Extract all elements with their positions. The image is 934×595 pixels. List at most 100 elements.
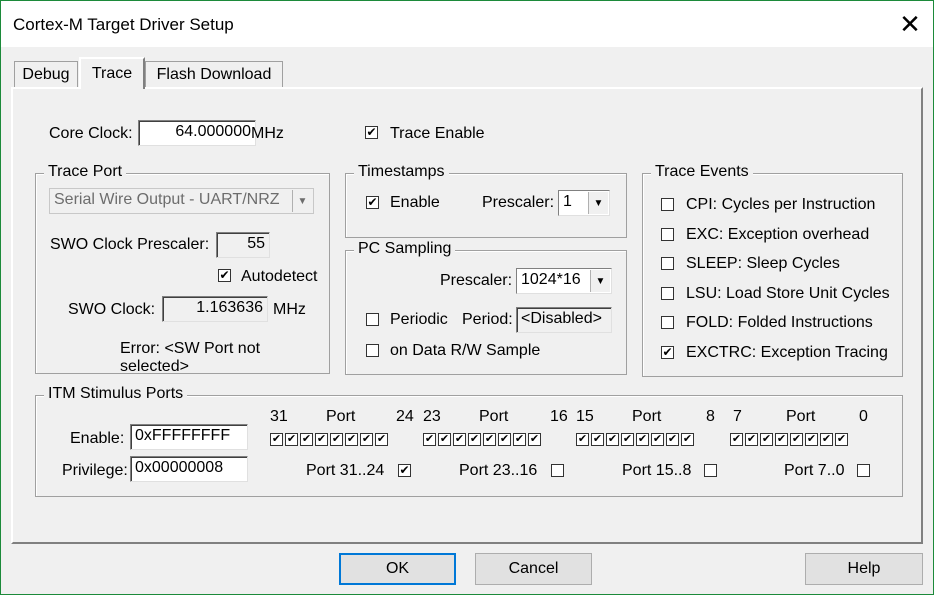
itm-bit-0-checkbox[interactable] <box>835 433 848 446</box>
event-exctrc-checkbox[interactable] <box>661 346 674 359</box>
core-clock-label: Core Clock: <box>49 125 133 142</box>
itm-bit-9-checkbox[interactable] <box>666 433 679 446</box>
pc-sampling-group: PC Sampling Prescaler: 1024*16 ▼ Periodi… <box>345 240 627 375</box>
itm-priv-15-8-checkbox[interactable] <box>704 464 717 477</box>
itm-bit-3-checkbox[interactable] <box>790 433 803 446</box>
itm-group-7-hi: 7 <box>733 408 742 425</box>
itm-bit-13-checkbox[interactable] <box>606 433 619 446</box>
help-button[interactable]: Help <box>805 553 923 585</box>
timestamps-enable-checkbox[interactable] <box>366 196 379 209</box>
itm-bit-23-checkbox[interactable] <box>423 433 436 446</box>
chevron-down-icon: ▼ <box>588 192 608 214</box>
period-label: Period: <box>462 311 513 328</box>
itm-bit-18-checkbox[interactable] <box>498 433 511 446</box>
autodetect-checkbox[interactable] <box>218 269 231 282</box>
on-data-rw-checkbox[interactable] <box>366 344 379 357</box>
itm-bit-4-checkbox[interactable] <box>775 433 788 446</box>
event-lsu-checkbox[interactable] <box>661 287 674 300</box>
itm-bit-12-checkbox[interactable] <box>621 433 634 446</box>
timestamps-prescaler-value: 1 <box>563 193 572 210</box>
event-fold-checkbox[interactable] <box>661 316 674 329</box>
itm-bit-15-checkbox[interactable] <box>576 433 589 446</box>
itm-bit-28-checkbox[interactable] <box>315 433 328 446</box>
period-input: <Disabled> <box>516 307 612 333</box>
itm-bit-11-checkbox[interactable] <box>636 433 649 446</box>
trace-events-group: Trace Events CPI: Cycles per Instruction… <box>642 163 903 377</box>
itm-priv-23-16-checkbox[interactable] <box>551 464 564 477</box>
itm-bit-10-checkbox[interactable] <box>651 433 664 446</box>
itm-group-15-lo: 8 <box>706 408 715 425</box>
itm-priv-31-24-checkbox[interactable] <box>398 464 411 477</box>
itm-priv-7-0-checkbox[interactable] <box>857 464 870 477</box>
itm-bit-31-checkbox[interactable] <box>270 433 283 446</box>
trace-enable-checkbox[interactable] <box>365 126 378 139</box>
ok-button[interactable]: OK <box>339 553 456 585</box>
core-clock-input[interactable]: 64.000000 <box>138 120 256 146</box>
itm-bit-16-checkbox[interactable] <box>528 433 541 446</box>
itm-stimulus-ports-group: ITM Stimulus Ports Enable: 0xFFFFFFFF Pr… <box>35 385 903 497</box>
periodic-checkbox[interactable] <box>366 313 379 326</box>
tab-trace[interactable]: Trace <box>79 57 145 89</box>
itm-bit-21-checkbox[interactable] <box>453 433 466 446</box>
itm-group-31-port: Port <box>326 408 356 425</box>
pc-sampling-prescaler-value: 1024*16 <box>521 271 581 288</box>
itm-bits-31-24 <box>270 433 390 449</box>
chevron-down-icon: ▼ <box>590 270 610 292</box>
itm-bit-7-checkbox[interactable] <box>730 433 743 446</box>
itm-bit-5-checkbox[interactable] <box>760 433 773 446</box>
itm-bit-17-checkbox[interactable] <box>513 433 526 446</box>
on-data-rw-label: on Data R/W Sample <box>390 342 541 359</box>
itm-bit-8-checkbox[interactable] <box>681 433 694 446</box>
itm-privilege-label: Privilege: <box>62 462 128 479</box>
itm-enable-input[interactable]: 0xFFFFFFFF <box>130 424 248 450</box>
itm-bit-26-checkbox[interactable] <box>345 433 358 446</box>
itm-privilege-input[interactable]: 0x00000008 <box>130 456 248 482</box>
pc-sampling-prescaler-select[interactable]: 1024*16 ▼ <box>516 268 612 294</box>
trace-port-mode-select: Serial Wire Output - UART/NRZ ▼ <box>49 188 314 214</box>
event-cpi-checkbox[interactable] <box>661 198 674 211</box>
itm-bit-25-checkbox[interactable] <box>360 433 373 446</box>
itm-group-31-lo: 24 <box>396 408 414 425</box>
event-exctrc-label: EXCTRC: Exception Tracing <box>686 344 888 361</box>
swo-clock-unit: MHz <box>273 301 306 318</box>
trace-tab-panel: Core Clock: 64.000000 MHz Trace Enable T… <box>11 87 923 544</box>
title-bar: Cortex-M Target Driver Setup ✕ <box>1 1 933 47</box>
itm-bit-30-checkbox[interactable] <box>285 433 298 446</box>
autodetect-label: Autodetect <box>241 268 318 285</box>
trace-port-error: Error: <SW Port not selected> <box>120 340 261 375</box>
timestamps-prescaler-select[interactable]: 1 ▼ <box>558 190 610 216</box>
itm-priv-31-24-label: Port 31..24 <box>306 462 385 479</box>
itm-bit-1-checkbox[interactable] <box>820 433 833 446</box>
itm-bit-22-checkbox[interactable] <box>438 433 451 446</box>
itm-group-23-hi: 23 <box>423 408 441 425</box>
itm-bit-24-checkbox[interactable] <box>375 433 388 446</box>
trace-enable-label: Trace Enable <box>390 125 485 142</box>
itm-bits-23-16 <box>423 433 543 449</box>
event-exc-label: EXC: Exception overhead <box>686 226 870 243</box>
itm-group-7-port: Port <box>786 408 816 425</box>
itm-group-23-port: Port <box>479 408 509 425</box>
tab-flash-download[interactable]: Flash Download <box>145 61 283 88</box>
itm-group-15-port: Port <box>632 408 662 425</box>
itm-group-7-lo: 0 <box>859 408 868 425</box>
itm-bits-15-8 <box>576 433 696 449</box>
itm-bit-2-checkbox[interactable] <box>805 433 818 446</box>
itm-bit-19-checkbox[interactable] <box>483 433 496 446</box>
event-sleep-label: SLEEP: Sleep Cycles <box>686 255 840 272</box>
itm-bit-20-checkbox[interactable] <box>468 433 481 446</box>
itm-bit-27-checkbox[interactable] <box>330 433 343 446</box>
tab-debug[interactable]: Debug <box>14 61 78 88</box>
cancel-button[interactable]: Cancel <box>475 553 592 585</box>
itm-group-31-hi: 31 <box>270 408 288 425</box>
itm-bit-6-checkbox[interactable] <box>745 433 758 446</box>
event-sleep-checkbox[interactable] <box>661 257 674 270</box>
event-exc-checkbox[interactable] <box>661 228 674 241</box>
itm-bit-14-checkbox[interactable] <box>591 433 604 446</box>
itm-priv-23-16-label: Port 23..16 <box>459 462 538 479</box>
close-icon[interactable]: ✕ <box>887 1 933 47</box>
window-title: Cortex-M Target Driver Setup <box>13 15 234 34</box>
itm-enable-label: Enable: <box>70 430 125 447</box>
itm-priv-7-0-label: Port 7..0 <box>784 462 845 479</box>
itm-bit-29-checkbox[interactable] <box>300 433 313 446</box>
dialog-window: Cortex-M Target Driver Setup ✕ Debug Tra… <box>0 0 934 595</box>
